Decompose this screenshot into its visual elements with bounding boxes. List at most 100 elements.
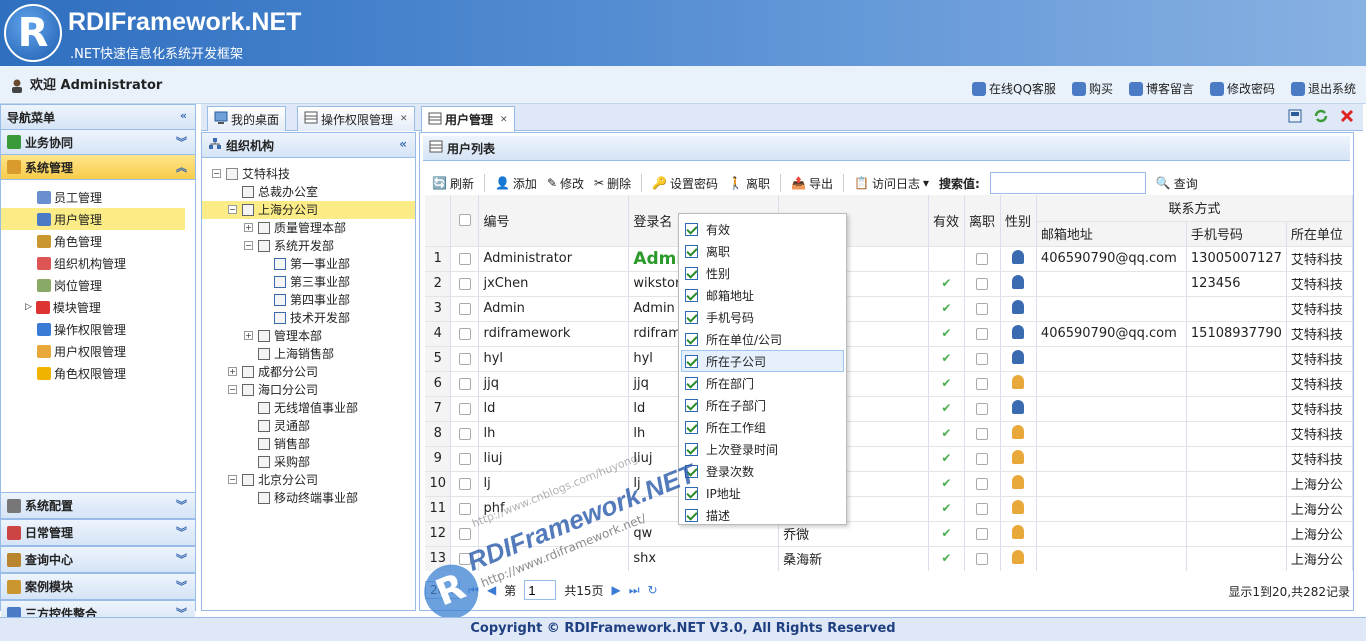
refresh-icon[interactable]: [1313, 108, 1329, 127]
row-checkbox[interactable]: [458, 352, 471, 365]
column-checkbox[interactable]: [685, 442, 698, 456]
column-checkbox[interactable]: [685, 420, 698, 434]
nav-item-7[interactable]: 用户权限管理: [1, 340, 195, 362]
tree-node[interactable]: − 海口分公司: [202, 381, 415, 399]
row-checkbox[interactable]: [458, 327, 471, 340]
tree-node[interactable]: 第四事业部: [202, 291, 415, 309]
tree-node[interactable]: − 系统开发部: [202, 237, 415, 255]
row-checkbox[interactable]: [458, 452, 471, 465]
column-checkbox[interactable]: [685, 332, 698, 346]
nav-section-bottom-0[interactable]: 系统配置 ︾: [1, 492, 195, 519]
tree-node[interactable]: + 管理本部: [202, 327, 415, 345]
table-row[interactable]: 4 rdiframework rdifram ✔ 406590790@qq.com 151…: [425, 321, 1353, 347]
column-menu-item[interactable]: 所在子部门: [679, 394, 846, 416]
col-left-header[interactable]: 离职: [964, 195, 1001, 247]
row-checkbox[interactable]: [458, 402, 471, 415]
column-menu-item[interactable]: 有效: [679, 218, 846, 240]
page-number-input[interactable]: [524, 580, 557, 600]
top-link-2[interactable]: 博客留言: [1128, 80, 1194, 97]
column-checkbox[interactable]: [685, 288, 698, 302]
nav-section-bottom-1[interactable]: 日常管理 ︾: [1, 519, 195, 546]
row-checkbox[interactable]: [458, 427, 471, 440]
column-checkbox[interactable]: [685, 464, 698, 478]
save-icon[interactable]: [1287, 108, 1303, 127]
close-icon[interactable]: ✕: [500, 115, 508, 125]
nav-item-4[interactable]: 岗位管理: [1, 274, 195, 296]
nav-item-0[interactable]: 员工管理: [1, 186, 195, 208]
reload-icon[interactable]: ↻: [648, 583, 658, 597]
column-menu-item[interactable]: 所在子公司: [681, 350, 844, 372]
set-password-button[interactable]: 🔑 设置密码: [652, 175, 718, 192]
col-code-header[interactable]: 编号: [478, 195, 630, 247]
top-link-0[interactable]: 在线QQ客服: [972, 80, 1056, 97]
nav-item-1[interactable]: 用户管理: [1, 208, 185, 230]
tree-node[interactable]: + 成都分公司: [202, 363, 415, 381]
column-menu-item[interactable]: 描述: [679, 504, 846, 526]
row-checkbox[interactable]: [458, 277, 471, 290]
row-checkbox[interactable]: [458, 502, 471, 515]
tree-node[interactable]: 采购部: [202, 453, 415, 471]
export-button[interactable]: 📤 导出: [791, 175, 833, 192]
access-log-button[interactable]: 📋 访问日志 ▾: [854, 175, 929, 192]
tree-node[interactable]: 总裁办公室: [202, 183, 415, 201]
collapse-left-icon[interactable]: «: [399, 137, 407, 151]
tree-node[interactable]: − 上海分公司: [202, 201, 415, 219]
tree-node[interactable]: − 北京分公司: [202, 471, 415, 489]
row-checkbox[interactable]: [458, 552, 471, 565]
row-checkbox[interactable]: [458, 377, 471, 390]
table-row[interactable]: 1 Administrator Admi 406590790@qq.com 130050…: [425, 246, 1353, 272]
column-checkbox[interactable]: [685, 486, 698, 500]
tree-node[interactable]: − 艾特科技: [202, 165, 415, 183]
close-icon[interactable]: ✕: [400, 114, 408, 124]
nav-item-3[interactable]: 组织机构管理: [1, 252, 195, 274]
table-row[interactable]: 12 qw 乔微 ✔ 上海分公: [425, 521, 1353, 547]
expand-icon[interactable]: +: [228, 367, 237, 376]
delete-button[interactable]: ✂ 删除: [594, 175, 631, 192]
next-page-icon[interactable]: ▶: [611, 583, 620, 597]
tree-node[interactable]: 无线增值事业部: [202, 399, 415, 417]
tree-node[interactable]: 第一事业部: [202, 255, 415, 273]
nav-section-bottom-3[interactable]: 案例模块 ︾: [1, 573, 195, 600]
nav-item-5[interactable]: ▷ 模块管理: [1, 296, 195, 318]
row-checkbox[interactable]: [458, 302, 471, 315]
table-row[interactable]: 2 jxChen wikstor ✔ 123456 艾特科技: [425, 271, 1353, 297]
expand-icon[interactable]: ▷: [25, 302, 32, 312]
column-menu-item[interactable]: 性别: [679, 262, 846, 284]
top-link-3[interactable]: 修改密码: [1209, 80, 1275, 97]
column-checkbox[interactable]: [685, 310, 698, 324]
add-button[interactable]: 👤 添加: [495, 175, 537, 192]
leave-button[interactable]: 🚶 离职: [728, 175, 770, 192]
last-page-icon[interactable]: ⏭: [629, 583, 640, 598]
column-menu-item[interactable]: 上次登录时间: [679, 438, 846, 460]
column-menu-item[interactable]: 登录次数: [679, 460, 846, 482]
column-menu-item[interactable]: 离职: [679, 240, 846, 262]
tab-desktop[interactable]: 我的桌面: [207, 106, 287, 131]
nav-item-8[interactable]: 角色权限管理: [1, 362, 195, 384]
tree-node[interactable]: + 质量管理本部: [202, 219, 415, 237]
column-checkbox[interactable]: [685, 398, 698, 412]
col-valid-header[interactable]: 有效: [928, 195, 965, 247]
select-all-checkbox[interactable]: [458, 214, 471, 227]
refresh-button[interactable]: 🔄 刷新: [432, 175, 474, 192]
nav-item-6[interactable]: 操作权限管理: [1, 318, 195, 340]
table-row[interactable]: 11 phf ✔ 上海分公: [425, 496, 1353, 522]
table-row[interactable]: 6 jjq jjq ✔ 艾特科技: [425, 371, 1353, 397]
tree-node[interactable]: 灵通部: [202, 417, 415, 435]
column-menu-item[interactable]: 所在工作组: [679, 416, 846, 438]
column-checkbox[interactable]: [685, 354, 698, 368]
column-menu-item[interactable]: 所在部门: [679, 372, 846, 394]
column-menu-item[interactable]: IP地址: [679, 482, 846, 504]
collapse-icon[interactable]: −: [228, 385, 237, 394]
collapse-icon[interactable]: −: [212, 169, 221, 178]
nav-section-1[interactable]: 系统管理 ︽: [1, 155, 195, 180]
tab-user-management[interactable]: 用户管理 ✕: [421, 106, 515, 132]
tree-node[interactable]: 技术开发部: [202, 309, 415, 327]
table-row[interactable]: 8 lh lh ✔ 艾特科技: [425, 421, 1353, 447]
tree-node[interactable]: 移动终端事业部: [202, 489, 415, 507]
search-input[interactable]: [989, 172, 1146, 194]
page-size-select[interactable]: 20 ▾: [425, 581, 461, 599]
top-link-4[interactable]: 退出系统: [1290, 80, 1356, 97]
prev-page-icon[interactable]: ◀: [487, 583, 496, 597]
col-email-header[interactable]: 邮箱地址: [1036, 221, 1187, 247]
close-all-icon[interactable]: [1339, 108, 1355, 127]
